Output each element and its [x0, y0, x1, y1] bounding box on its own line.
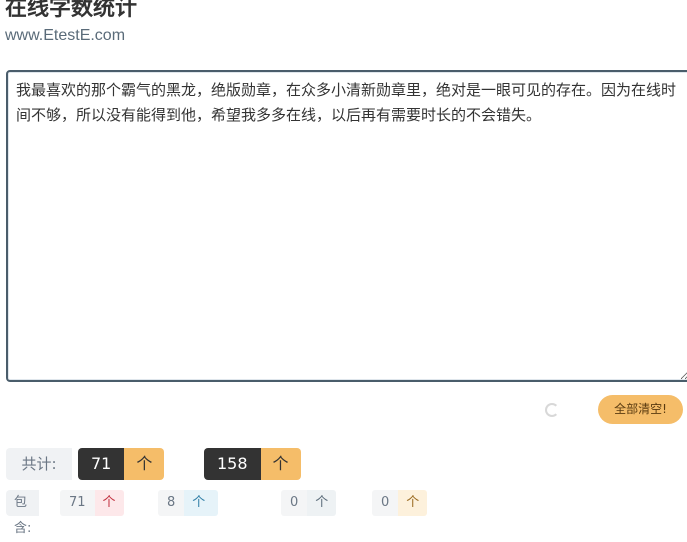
total-label: 共计:	[6, 448, 72, 480]
hanzi-count-value: 71	[60, 490, 95, 516]
char-count-badge: 158 个字符	[204, 448, 301, 480]
char-count-unit: 个字符	[260, 448, 301, 480]
site-url: www.EtestE.com	[5, 27, 126, 44]
word-count-unit: 个字数	[124, 448, 165, 480]
char-count-value: 158	[204, 448, 261, 480]
word-count-value: 71	[78, 448, 125, 480]
punct-count-value: 8	[158, 490, 185, 516]
word-count-badge: 71 个字数	[78, 448, 165, 480]
letter-count-badge: 0 个字母	[281, 490, 337, 516]
text-input-area[interactable]: 我最喜欢的那个霸气的黑龙，绝版勋章，在众多小清新勋章里，绝对是一眼可见的存在。因…	[6, 70, 687, 382]
letter-count-value: 0	[281, 490, 308, 516]
hanzi-count-badge: 71 个汉字	[60, 490, 124, 516]
punct-count-badge: 8 个标点(全角)	[158, 490, 219, 516]
hanzi-count-unit: 个汉字	[94, 490, 124, 516]
letter-count-unit: 个字母	[307, 490, 337, 516]
loading-spinner-icon	[545, 403, 559, 417]
page-title: 在线字数统计	[5, 0, 138, 21]
digit-count-value: 0	[372, 490, 399, 516]
contains-label: 包含:	[6, 490, 40, 536]
digit-count-unit: 个数字	[398, 490, 428, 516]
punct-count-unit: 个标点(全角)	[184, 490, 219, 516]
digit-count-badge: 0 个数字	[372, 490, 428, 516]
clear-all-button[interactable]: 全部清空!	[598, 395, 683, 424]
